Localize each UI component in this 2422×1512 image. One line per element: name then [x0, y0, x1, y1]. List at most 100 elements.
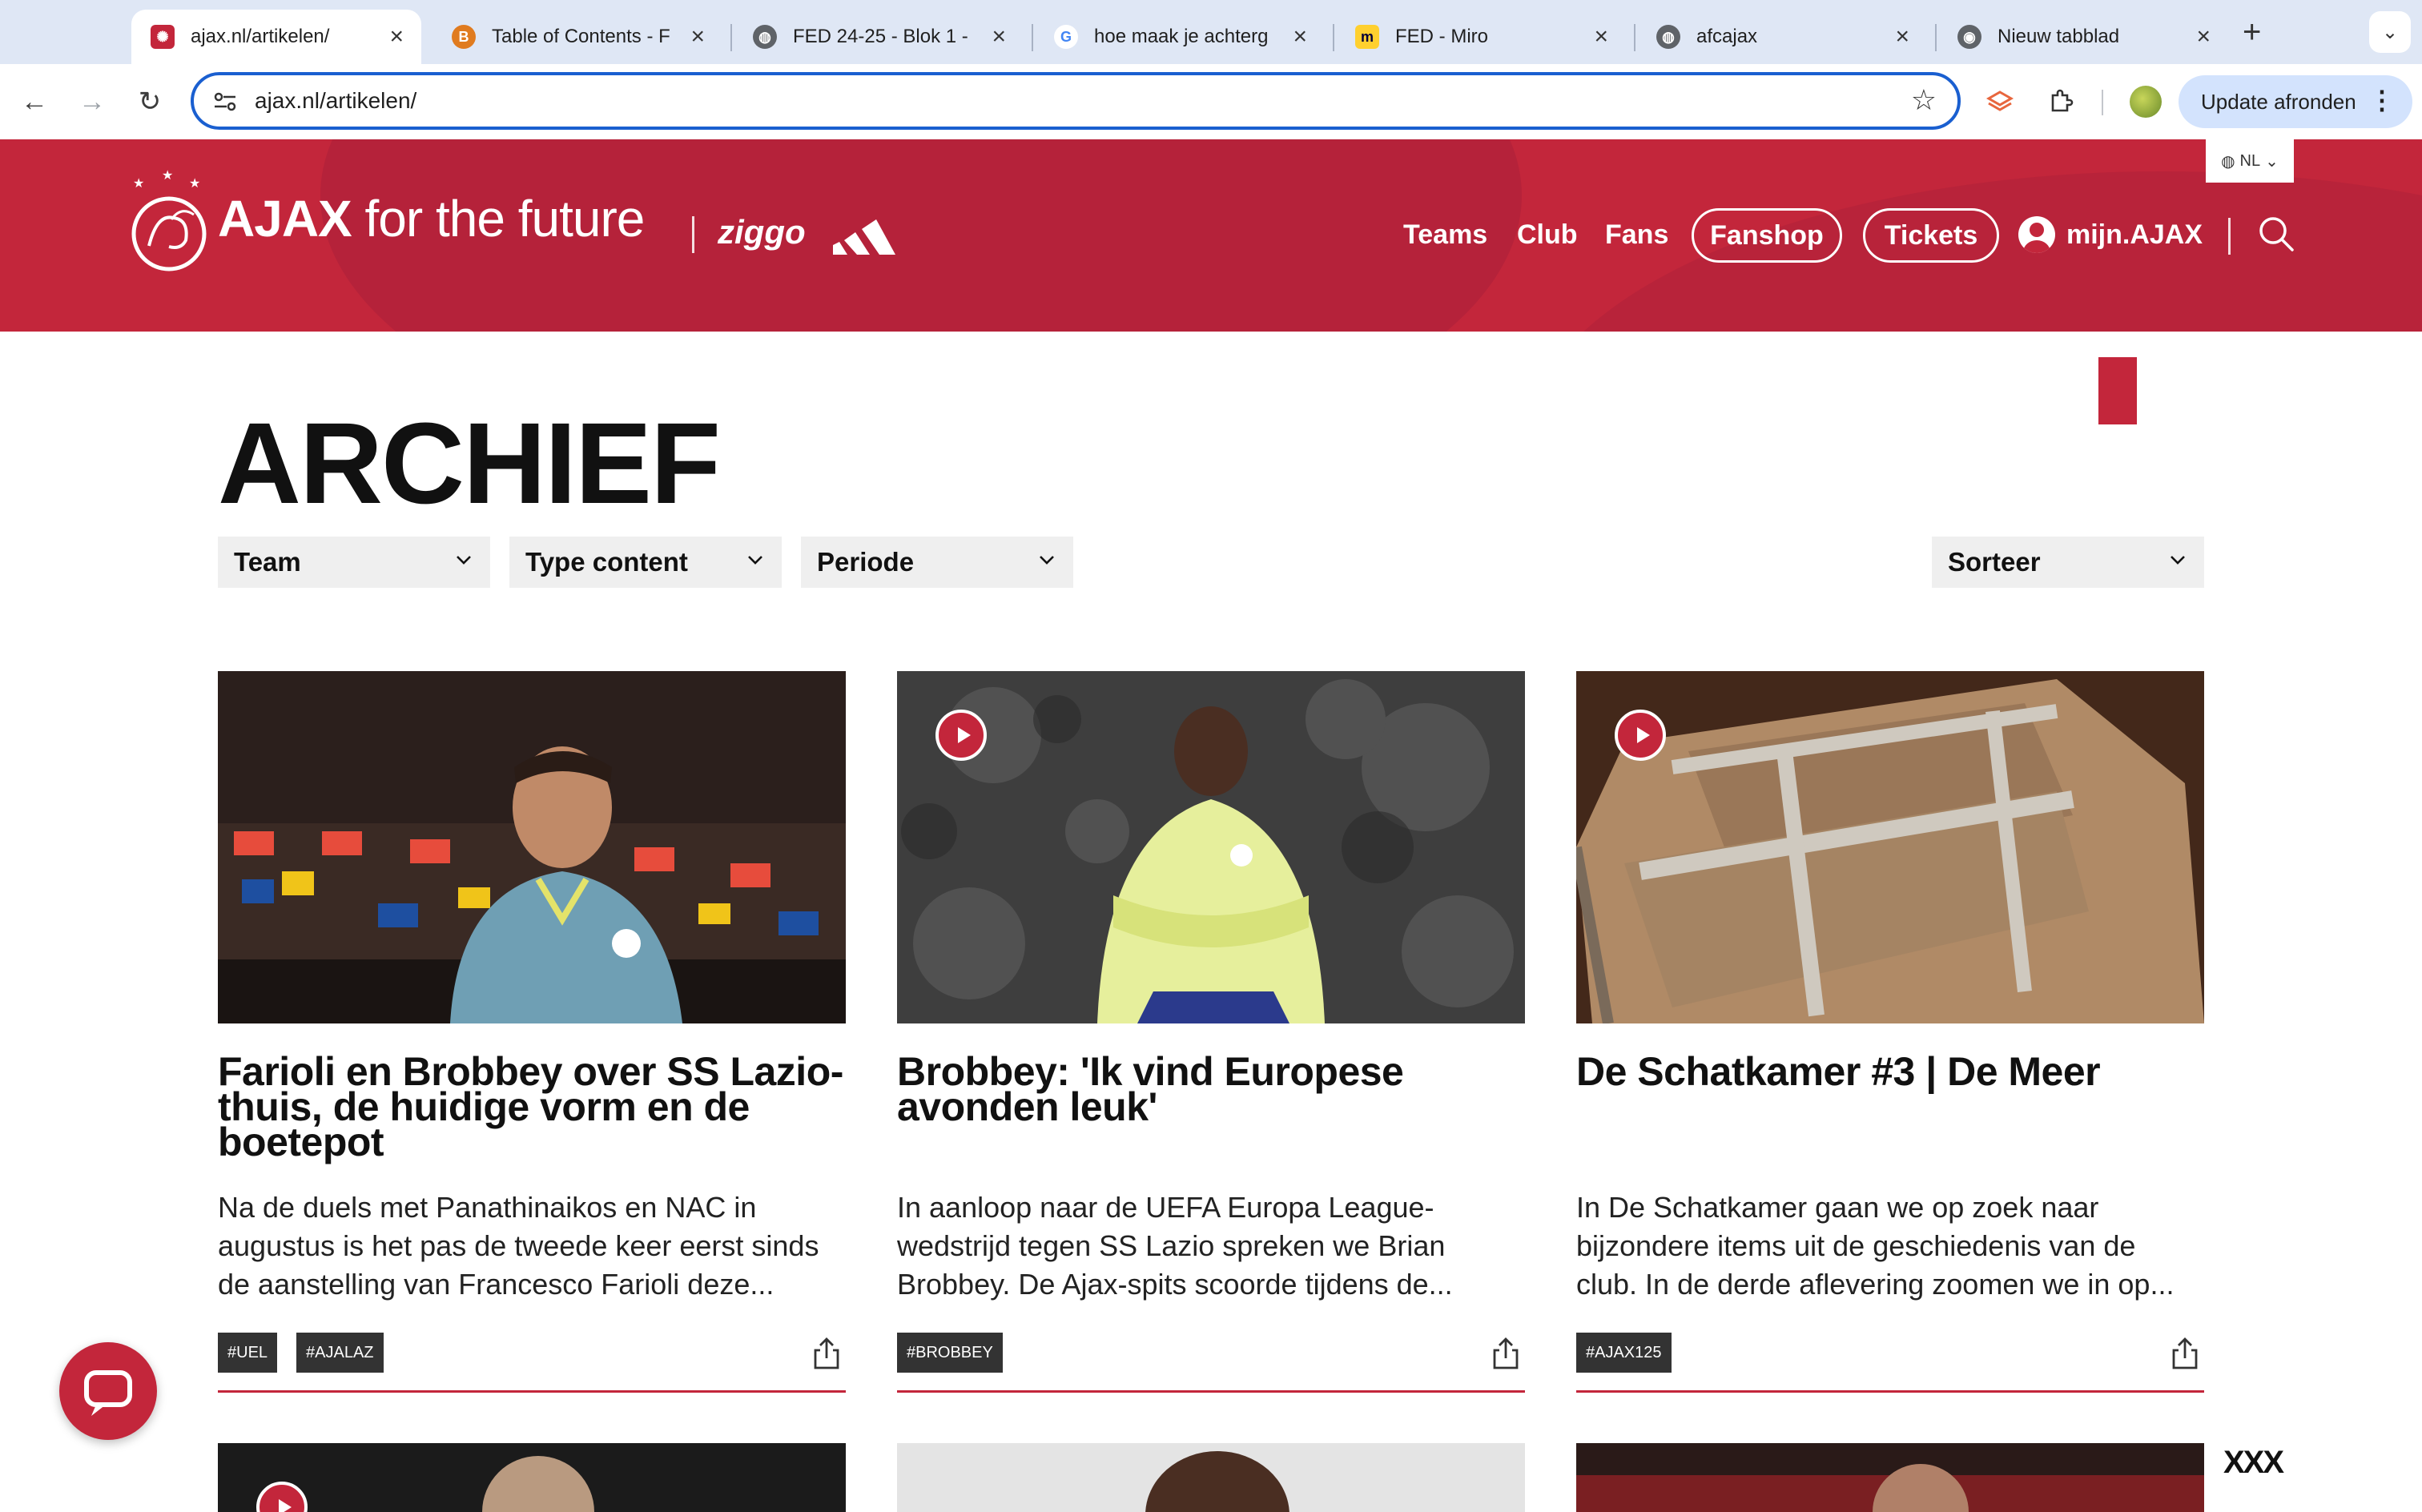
close-tab-icon[interactable]: ×	[1594, 23, 1608, 50]
profile-avatar[interactable]	[2127, 83, 2164, 120]
press-conference-photo	[218, 671, 846, 1023]
share-icon[interactable]	[1490, 1336, 1522, 1371]
chevron-down-icon	[1040, 556, 1054, 565]
player-portrait-photo	[897, 671, 1525, 1023]
chevron-down-icon	[748, 556, 762, 565]
tickets-button[interactable]: Tickets	[1863, 208, 1999, 263]
user-icon	[2018, 216, 2055, 253]
article-title[interactable]: Brobbey: 'Ik vind Europese avonden leuk'	[897, 1052, 1530, 1127]
browser-toolbar: ← → ↻ ajax.nl/artikelen/ ☆ Update afrond…	[0, 64, 2422, 139]
article-card[interactable]: De Schatkamer #3 | De Meer In De Schatka…	[1576, 671, 2204, 1393]
ajax-favicon-icon: ✺	[151, 25, 175, 49]
browser-tab[interactable]: ◉ Nieuw tabblad ×	[1938, 10, 2228, 64]
update-button[interactable]: Update afronden ⋮	[2179, 75, 2412, 128]
article-title[interactable]: De Schatkamer #3 | De Meer	[1576, 1052, 2209, 1092]
browser-tab[interactable]: B Table of Contents - F ×	[432, 10, 722, 64]
article-title[interactable]: Farioli en Brobbey over SS Lazio-thuis, …	[218, 1052, 851, 1162]
share-icon[interactable]	[2169, 1336, 2201, 1371]
article-card[interactable]	[1576, 1443, 2204, 1512]
brick-artifact-photo	[1576, 671, 2204, 1023]
reload-icon: ↻	[138, 86, 162, 117]
tab-divider	[1032, 24, 1033, 51]
nav-teams[interactable]: Teams	[1403, 219, 1487, 251]
forward-button[interactable]: →	[74, 83, 111, 120]
tag[interactable]: #UEL	[218, 1333, 278, 1373]
search-icon[interactable]	[2254, 211, 2299, 256]
browser-tab[interactable]: ✺ ajax.nl/artikelen/ ×	[131, 10, 421, 64]
article-image	[897, 1443, 1525, 1512]
article-image[interactable]	[897, 671, 1525, 1023]
tab-divider	[1935, 24, 1937, 51]
chevron-down-icon: ⌄	[2265, 152, 2279, 171]
sort-dropdown[interactable]: Sorteer	[1932, 537, 2204, 588]
toolbar-divider	[2102, 90, 2103, 115]
puzzle-icon	[2051, 89, 2074, 112]
language-selector[interactable]: ◍ NL ⌄	[2206, 139, 2294, 183]
tag[interactable]: #AJAX125	[1576, 1333, 1672, 1373]
url-text[interactable]: ajax.nl/artikelen/	[255, 88, 416, 114]
site-settings-icon[interactable]	[211, 88, 239, 115]
close-tab-icon[interactable]: ×	[2196, 23, 2211, 50]
browser-tab[interactable]: ◍ afcajax ×	[1637, 10, 1927, 64]
chevron-down-icon: ⌄	[2381, 21, 2399, 43]
filter-type-content[interactable]: Type content	[509, 537, 782, 588]
card-divider	[897, 1390, 1525, 1393]
article-card[interactable]: Brobbey: 'Ik vind Europese avonden leuk'…	[897, 671, 1525, 1393]
chat-button[interactable]	[59, 1342, 157, 1440]
decorative-bar	[2098, 357, 2137, 424]
tab-divider	[730, 24, 732, 51]
article-image	[1576, 1443, 2204, 1512]
svg-text:★: ★	[189, 177, 200, 191]
ajax-xxx-mark: XXX	[2223, 1445, 2284, 1480]
close-tab-icon[interactable]: ×	[1895, 23, 1909, 50]
back-button[interactable]: ←	[16, 83, 53, 120]
ajax-crest-icon[interactable]: ★ ★ ★	[125, 170, 213, 274]
tag-list: #AJAX125	[1576, 1333, 1672, 1373]
close-tab-icon[interactable]: ×	[992, 23, 1006, 50]
card-divider	[218, 1390, 846, 1393]
article-card[interactable]	[218, 1443, 846, 1512]
nav-club[interactable]: Club	[1517, 219, 1578, 251]
address-bar[interactable]: ajax.nl/artikelen/ ☆	[191, 72, 1961, 130]
tab-search-button[interactable]: ⌄	[2369, 11, 2411, 53]
tag-list: #BROBBEY	[897, 1333, 1003, 1373]
svg-text:★: ★	[133, 177, 144, 191]
article-image[interactable]	[218, 671, 846, 1023]
chevron-down-icon	[2171, 556, 2185, 565]
browser-tab[interactable]: m FED - Miro ×	[1336, 10, 1626, 64]
avatar-icon	[2130, 86, 2162, 118]
close-tab-icon[interactable]: ×	[389, 23, 404, 50]
share-icon[interactable]	[811, 1336, 843, 1371]
bookmark-star-icon[interactable]: ☆	[1911, 83, 1937, 117]
extension-icon[interactable]	[1981, 83, 2018, 120]
browser-tab[interactable]: G hoe maak je achterg ×	[1035, 10, 1325, 64]
play-video-icon[interactable]	[1615, 710, 1666, 761]
account-link[interactable]: mijn.AJAX	[2018, 216, 2203, 253]
filter-team[interactable]: Team	[218, 537, 490, 588]
tag[interactable]: #AJALAZ	[296, 1333, 384, 1373]
page-title: ARCHIEF	[218, 399, 721, 528]
new-tab-button[interactable]: +	[2243, 14, 2261, 50]
article-card[interactable]	[897, 1443, 1525, 1512]
ziggo-logo: ziggo	[718, 213, 806, 251]
browser-tab[interactable]: ◍ FED 24-25 - Blok 1 - ×	[734, 10, 1024, 64]
more-vertical-icon: ⋮	[2369, 86, 2395, 115]
layers-extension-icon	[1985, 90, 2014, 111]
google-favicon-icon: G	[1054, 25, 1078, 49]
extensions-button[interactable]	[2042, 83, 2079, 120]
card-divider	[1576, 1390, 2204, 1393]
play-video-icon[interactable]	[935, 710, 987, 761]
fanshop-button[interactable]: Fanshop	[1692, 208, 1842, 263]
article-summary: In De Schatkamer gaan we op zoek naar bi…	[1576, 1191, 2175, 1301]
article-image[interactable]	[1576, 671, 2204, 1023]
globe-icon: ◍	[2221, 152, 2235, 171]
filter-periode[interactable]: Periode	[801, 537, 1073, 588]
browser-tab-bar: ✺ ajax.nl/artikelen/ × B Table of Conten…	[0, 0, 2422, 64]
article-card[interactable]: Farioli en Brobbey over SS Lazio-thuis, …	[218, 671, 846, 1393]
close-tab-icon[interactable]: ×	[690, 23, 705, 50]
close-tab-icon[interactable]: ×	[1293, 23, 1307, 50]
tag[interactable]: #BROBBEY	[897, 1333, 1003, 1373]
brand-wordmark[interactable]: AJAX for the future	[218, 189, 645, 248]
reload-button[interactable]: ↻	[131, 83, 168, 120]
nav-fans[interactable]: Fans	[1605, 219, 1668, 251]
